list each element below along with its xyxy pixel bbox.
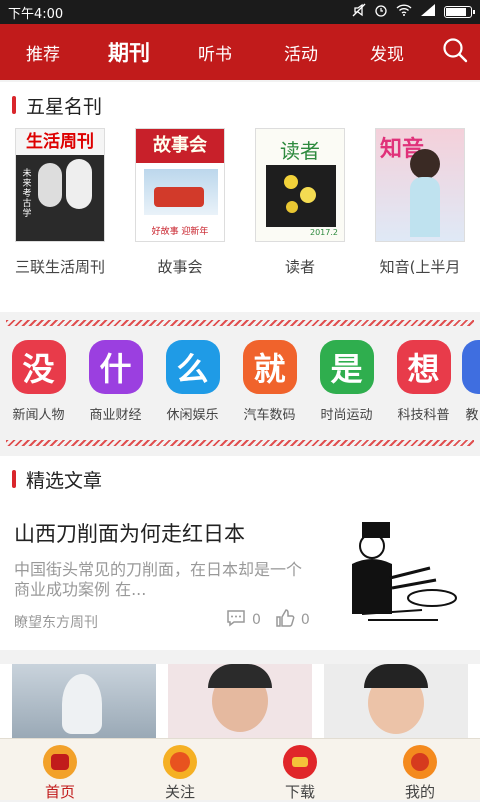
profile-icon xyxy=(403,745,437,779)
category-item[interactable]: 教 xyxy=(462,340,480,435)
category-icon: 就 xyxy=(242,340,297,394)
top-nav: 推荐 期刊 听书 活动 发现 xyxy=(0,24,480,80)
tab-periodicals[interactable]: 期刊 xyxy=(86,37,172,67)
category-item[interactable]: 什商业财经 xyxy=(77,340,154,435)
category-item[interactable]: 没新闻人物 xyxy=(0,340,77,435)
magazine-name: 故事会 xyxy=(157,258,203,276)
category-item[interactable]: 想科技科普 xyxy=(385,340,462,435)
magazine-cover: 知音 xyxy=(375,128,465,242)
magazine-name: 三联生活周刊 xyxy=(14,258,105,276)
tab-follow[interactable]: 关注 xyxy=(120,739,240,801)
download-icon xyxy=(283,745,317,779)
magazine-item[interactable]: 生活周刊 未来考古学 三联生活周刊 xyxy=(0,128,120,284)
article-source: 瞭望东方周刊 xyxy=(14,615,98,631)
battery-icon xyxy=(444,6,475,18)
magazine-name: 知音(上半月 xyxy=(379,258,461,276)
magazine-cover: 生活周刊 未来考古学 xyxy=(15,128,105,242)
article-thumbnails xyxy=(0,664,480,738)
category-label: 休闲娱乐 xyxy=(166,408,219,423)
section-title: 五星名刊 xyxy=(26,95,103,118)
tab-home[interactable]: 首页 xyxy=(0,739,120,801)
article-summary: 中国街头常见的刀削面，在日本却是一个商业成功案例 在... xyxy=(14,560,303,599)
magazine-item[interactable]: 读者 2017.2 读者 xyxy=(240,128,360,284)
home-icon xyxy=(43,745,77,779)
article-card[interactable]: 山西刀削面为何走红日本 中国街头常见的刀削面，在日本却是一个商业成功案例 在..… xyxy=(0,500,480,650)
decorative-divider xyxy=(0,316,480,330)
article-illustration xyxy=(332,512,462,632)
category-label: 商业财经 xyxy=(89,408,142,423)
thumbnail-image[interactable] xyxy=(12,664,156,738)
category-icon: 么 xyxy=(165,340,220,394)
signal-icon xyxy=(420,3,436,21)
article-title: 山西刀削面为何走红日本 xyxy=(14,522,245,546)
category-label: 汽车数码 xyxy=(243,408,296,423)
category-label: 时尚运动 xyxy=(320,408,373,423)
tab-mine[interactable]: 我的 xyxy=(360,739,480,801)
magazine-item[interactable]: 知音 知音(上半月 xyxy=(360,128,480,284)
tab-events[interactable]: 活动 xyxy=(258,40,344,65)
follow-icon xyxy=(163,745,197,779)
like-icon[interactable] xyxy=(275,608,295,632)
magazine-cover: 故事会 好故事 迎新年 xyxy=(135,128,225,242)
decorative-divider xyxy=(0,436,480,450)
status-bar: 下午4:00 xyxy=(0,0,480,24)
tab-discover[interactable]: 发现 xyxy=(344,40,430,65)
search-icon xyxy=(442,37,468,67)
comment-icon[interactable] xyxy=(226,609,246,631)
selected-section: 精选文章 xyxy=(0,456,480,500)
magazine-cover: 读者 2017.2 xyxy=(255,128,345,242)
category-icon xyxy=(462,340,480,394)
search-button[interactable] xyxy=(430,37,480,67)
comment-count: 0 xyxy=(252,612,261,628)
category-icon: 想 xyxy=(396,340,451,394)
category-label: 教 xyxy=(465,408,479,423)
thumbnail-image[interactable] xyxy=(168,664,312,738)
category-icon: 没 xyxy=(11,340,66,394)
tab-recommend[interactable]: 推荐 xyxy=(0,40,86,65)
magazine-list: 生活周刊 未来考古学 三联生活周刊 故事会 好故事 迎新年 故事会 读者 201… xyxy=(0,128,480,284)
like-count: 0 xyxy=(300,612,310,628)
bottom-tab-bar: 首页 关注 下载 我的 xyxy=(0,738,480,801)
section-title: 精选文章 xyxy=(26,469,103,492)
category-item[interactable]: 么休闲娱乐 xyxy=(154,340,231,435)
wifi-icon xyxy=(396,3,412,21)
category-item[interactable]: 就汽车数码 xyxy=(231,340,308,435)
tab-download[interactable]: 下载 xyxy=(240,739,360,801)
mute-icon xyxy=(352,3,366,21)
status-time: 下午4:00 xyxy=(8,6,64,22)
alarm-icon xyxy=(374,3,388,21)
magazine-name: 读者 xyxy=(284,258,315,276)
category-label: 科技科普 xyxy=(397,408,450,423)
magazine-item[interactable]: 故事会 好故事 迎新年 故事会 xyxy=(120,128,240,284)
category-label: 新闻人物 xyxy=(12,408,65,423)
category-item[interactable]: 是时尚运动 xyxy=(308,340,385,435)
section-marker xyxy=(12,470,16,488)
category-list: 没新闻人物 什商业财经 么休闲娱乐 就汽车数码 是时尚运动 想科技科普 教 xyxy=(0,340,480,435)
section-marker xyxy=(12,96,16,114)
tab-audiobooks[interactable]: 听书 xyxy=(172,40,258,65)
category-icon: 是 xyxy=(319,340,374,394)
thumbnail-image[interactable] xyxy=(324,664,468,738)
category-icon: 什 xyxy=(88,340,143,394)
